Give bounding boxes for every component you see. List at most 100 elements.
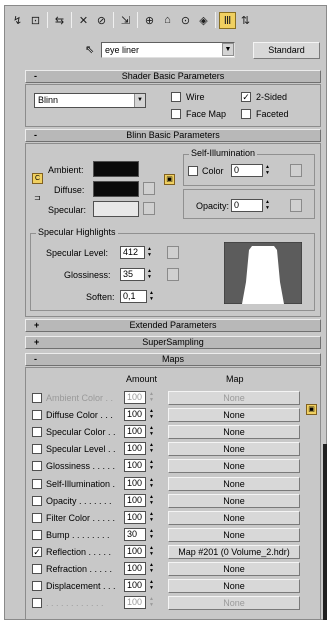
- lock-ambient-diffuse-icon[interactable]: C: [32, 173, 43, 184]
- lock-diffuse-specular-icon[interactable]: ⊐: [34, 193, 41, 202]
- map-amount-input[interactable]: 100: [124, 459, 146, 473]
- map-enable-checkbox[interactable]: [32, 410, 42, 421]
- map-enable-checkbox[interactable]: [32, 495, 42, 506]
- rollout-blinn-basic[interactable]: - Blinn Basic Parameters: [25, 129, 321, 142]
- opacity-input[interactable]: 0: [231, 199, 263, 212]
- ambient-color-swatch[interactable]: [93, 161, 139, 177]
- material-effects-channel-icon[interactable]: ⊕: [141, 12, 158, 29]
- assign-material-icon[interactable]: ⇆: [51, 12, 68, 29]
- map-amount-input[interactable]: 100: [124, 544, 146, 558]
- spinner-icon[interactable]: ▲ ▼: [146, 268, 153, 281]
- map-slot-button[interactable]: None: [168, 562, 300, 576]
- lock-map-icon[interactable]: ▣: [164, 174, 175, 185]
- map-amount-input[interactable]: 100: [124, 408, 146, 422]
- show-end-result-icon[interactable]: ⊙: [177, 12, 194, 29]
- map-slot-button[interactable]: None: [168, 527, 300, 542]
- show-map-icon[interactable]: ⌂: [159, 12, 176, 29]
- go-to-parent-icon[interactable]: Ⅲ: [219, 11, 236, 29]
- map-slot-button[interactable]: None: [168, 596, 300, 611]
- delete-icon[interactable]: ✕: [75, 12, 92, 29]
- map-amount-input[interactable]: 100: [124, 493, 146, 507]
- map-enable-checkbox[interactable]: [32, 564, 42, 574]
- spinner-icon[interactable]: ▲ ▼: [148, 408, 155, 421]
- map-enable-checkbox[interactable]: ✓: [32, 546, 42, 557]
- spinner-icon[interactable]: ▲ ▼: [148, 545, 155, 558]
- two-sided-checkbox[interactable]: ✓: [241, 92, 251, 102]
- self-illum-map-button[interactable]: [290, 164, 302, 177]
- spinner-icon[interactable]: ▲ ▼: [264, 164, 271, 177]
- self-illum-color-checkbox[interactable]: [188, 166, 198, 176]
- map-enable-checkbox[interactable]: [32, 461, 42, 472]
- go-forward-sibling-icon[interactable]: ⇅: [237, 12, 254, 29]
- diffuse-color-swatch[interactable]: [93, 181, 139, 197]
- map-slot-button[interactable]: Map #201 (0 Volume_2.hdr): [168, 544, 300, 559]
- map-slot-button[interactable]: None: [168, 442, 300, 457]
- spinner-icon[interactable]: ▲ ▼: [148, 511, 155, 524]
- specular-color-swatch[interactable]: [93, 201, 139, 217]
- panel-scrollbar[interactable]: [323, 444, 327, 620]
- map-enable-checkbox[interactable]: [32, 393, 42, 403]
- map-slot-button[interactable]: None: [168, 391, 300, 405]
- chevron-down-icon[interactable]: ▼: [222, 43, 234, 56]
- specular-level-input[interactable]: 412: [120, 246, 145, 259]
- specular-map-button[interactable]: [143, 202, 155, 215]
- soften-input[interactable]: 0,1: [120, 290, 147, 303]
- spinner-icon[interactable]: ▲ ▼: [148, 579, 155, 592]
- map-slot-button[interactable]: None: [168, 510, 300, 525]
- map-slot-button[interactable]: None: [168, 408, 300, 423]
- put-to-library-icon[interactable]: ⇲: [117, 12, 134, 29]
- wire-checkbox[interactable]: [171, 92, 181, 102]
- map-enable-checkbox[interactable]: [32, 427, 42, 438]
- faceted-checkbox[interactable]: [241, 109, 251, 119]
- map-amount-input[interactable]: 100: [124, 596, 146, 610]
- map-enable-checkbox[interactable]: [32, 478, 42, 489]
- self-illum-value-input[interactable]: 0: [231, 164, 263, 177]
- map-amount-input[interactable]: 100: [124, 391, 146, 404]
- map-slot-button[interactable]: None: [168, 425, 300, 440]
- map-enable-checkbox[interactable]: [32, 529, 42, 540]
- specular-level-map-button[interactable]: [167, 246, 179, 259]
- map-amount-input[interactable]: 100: [124, 562, 146, 575]
- glossiness-map-button[interactable]: [167, 268, 179, 281]
- map-slot-button[interactable]: None: [168, 459, 300, 474]
- map-amount-input[interactable]: 100: [124, 510, 146, 524]
- shader-type-select[interactable]: Blinn ▼: [34, 93, 146, 108]
- map-enable-checkbox[interactable]: [32, 581, 42, 592]
- map-amount-input[interactable]: 100: [124, 442, 146, 456]
- map-slot-button[interactable]: None: [168, 579, 300, 594]
- spinner-icon[interactable]: ▲ ▼: [148, 391, 155, 404]
- map-enable-checkbox[interactable]: [32, 512, 42, 523]
- map-amount-input[interactable]: 100: [124, 579, 146, 593]
- spinner-icon[interactable]: ▲ ▼: [148, 425, 155, 438]
- opacity-map-button[interactable]: [290, 199, 302, 212]
- rollout-supersampling[interactable]: + SuperSampling: [25, 336, 321, 349]
- spinner-icon[interactable]: ▲ ▼: [148, 442, 155, 455]
- map-amount-input[interactable]: 100: [124, 476, 146, 490]
- spinner-icon[interactable]: ▲ ▼: [148, 596, 155, 609]
- spinner-icon[interactable]: ▲ ▼: [148, 477, 155, 490]
- make-unique-icon[interactable]: ⊘: [93, 12, 110, 29]
- spinner-icon[interactable]: ▲ ▼: [148, 494, 155, 507]
- spinner-icon[interactable]: ▲ ▼: [148, 528, 155, 541]
- spinner-icon[interactable]: ▲ ▼: [264, 199, 271, 212]
- map-amount-input[interactable]: 30: [124, 527, 146, 541]
- map-slot-button[interactable]: None: [168, 493, 300, 508]
- material-name-input[interactable]: eye liner: [101, 42, 235, 58]
- spinner-icon[interactable]: ▲ ▼: [148, 290, 155, 303]
- spinner-icon[interactable]: ▲ ▼: [146, 246, 153, 259]
- spinner-icon[interactable]: ▲ ▼: [148, 459, 155, 472]
- map-enable-checkbox[interactable]: [32, 444, 42, 455]
- put-to-scene-icon[interactable]: ⊡: [27, 12, 44, 29]
- background-icon[interactable]: ◈: [195, 12, 212, 29]
- get-material-icon[interactable]: ↯: [9, 12, 26, 29]
- diffuse-map-button[interactable]: [143, 182, 155, 195]
- rollout-maps[interactable]: - Maps: [25, 353, 321, 366]
- map-amount-input[interactable]: 100: [124, 425, 146, 439]
- face-map-checkbox[interactable]: [171, 109, 181, 119]
- pick-material-icon[interactable]: ⇖: [85, 43, 99, 56]
- rollout-shader-basic[interactable]: - Shader Basic Parameters: [25, 70, 321, 83]
- spinner-icon[interactable]: ▲ ▼: [148, 562, 155, 575]
- map-enable-checkbox[interactable]: [32, 598, 42, 609]
- material-type-button[interactable]: Standard: [253, 42, 320, 59]
- glossiness-input[interactable]: 35: [120, 268, 145, 281]
